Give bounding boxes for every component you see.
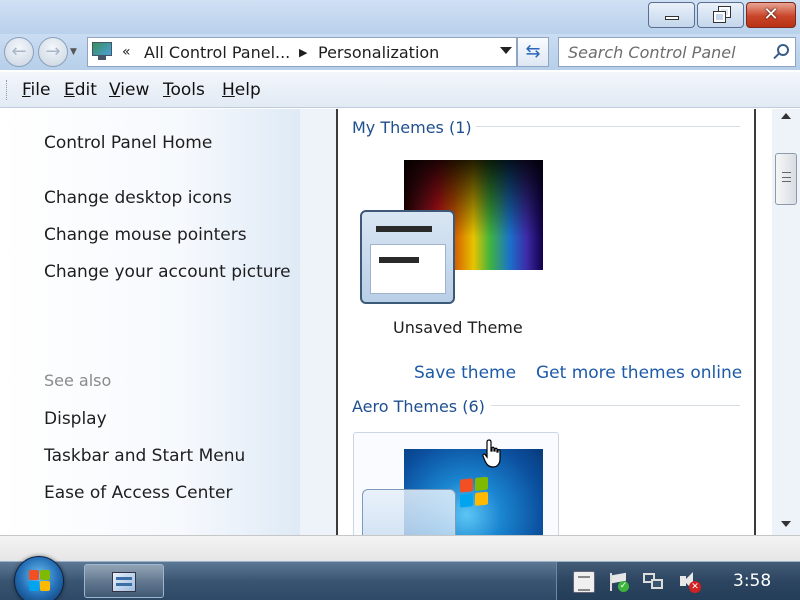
- windows-logo-icon: [460, 476, 490, 509]
- change-desktop-icons-link[interactable]: Change desktop icons: [44, 188, 232, 208]
- aero-themes-heading: Aero Themes (6): [352, 397, 485, 416]
- network-icon[interactable]: [643, 571, 665, 593]
- unsaved-theme-window-preview[interactable]: [360, 210, 455, 304]
- vertical-scrollbar[interactable]: [772, 109, 800, 535]
- close-button[interactable]: ✕: [746, 2, 796, 28]
- menu-tools[interactable]: Tools: [163, 80, 205, 100]
- minimize-icon: [665, 16, 679, 20]
- section-divider: [476, 126, 740, 127]
- menu-bar: File Edit View Tools Help: [0, 72, 800, 108]
- menu-help[interactable]: Help: [222, 80, 261, 100]
- notification-area: ✓ ✕ 3:58: [556, 562, 800, 600]
- start-button[interactable]: [14, 556, 64, 600]
- unsaved-theme-label: Unsaved Theme: [393, 318, 523, 337]
- control-panel-home-link[interactable]: Control Panel Home: [44, 133, 212, 153]
- volume-muted-icon[interactable]: ✕: [678, 571, 701, 593]
- breadcrumb-all-control-panel[interactable]: All Control Panel...: [144, 43, 290, 62]
- refresh-button[interactable]: ⇆: [517, 37, 549, 67]
- back-button[interactable]: ←: [4, 37, 34, 67]
- scroll-down-icon[interactable]: [781, 521, 791, 527]
- get-more-themes-link[interactable]: Get more themes online: [536, 363, 742, 383]
- taskbar-start-menu-link[interactable]: Taskbar and Start Menu: [44, 446, 245, 466]
- restore-icon: [713, 6, 731, 23]
- breadcrumb-overflow-chevron[interactable]: «: [122, 44, 131, 60]
- mute-badge-icon: ✕: [689, 581, 701, 593]
- see-also-heading: See also: [44, 371, 112, 390]
- title-bar: ✕: [0, 0, 800, 34]
- pane-gutter: [300, 109, 336, 535]
- navigation-bar: ← → ▼ « All Control Panel... ▶ Personali…: [0, 34, 800, 70]
- search-input[interactable]: [559, 38, 764, 66]
- change-account-picture-link[interactable]: Change your account picture: [44, 262, 291, 282]
- menu-view[interactable]: View: [109, 80, 149, 100]
- aero-window-preview: [362, 489, 456, 535]
- scroll-up-icon[interactable]: [781, 113, 791, 119]
- taskbar-control-panel-button[interactable]: [84, 564, 164, 598]
- address-bar[interactable]: « All Control Panel... ▶ Personalization: [87, 37, 517, 67]
- breadcrumb-separator-icon[interactable]: ▶: [299, 46, 307, 59]
- task-pane: Control Panel Home Change desktop icons …: [0, 109, 300, 535]
- themes-content: My Themes (1) Unsaved Theme Save theme G…: [336, 109, 756, 535]
- aero-theme-windows-7[interactable]: [353, 432, 559, 535]
- restore-button[interactable]: [697, 2, 744, 28]
- scrollbar-thumb[interactable]: [775, 153, 797, 205]
- menu-edit[interactable]: Edit: [64, 80, 97, 100]
- close-icon: ✕: [763, 4, 779, 25]
- ease-of-access-center-link[interactable]: Ease of Access Center: [44, 483, 233, 503]
- search-icon[interactable]: [772, 44, 790, 62]
- breadcrumb-personalization[interactable]: Personalization: [318, 43, 439, 62]
- control-panel-icon: [92, 42, 112, 60]
- status-bar: [0, 535, 800, 561]
- menu-grip: [6, 80, 9, 100]
- address-dropdown-icon[interactable]: [500, 47, 512, 54]
- change-mouse-pointers-link[interactable]: Change mouse pointers: [44, 225, 247, 245]
- section-divider: [491, 405, 740, 406]
- menu-file[interactable]: File: [22, 80, 50, 100]
- clock[interactable]: 3:58: [733, 571, 771, 591]
- taskbar: ✓ ✕ 3:58: [0, 556, 800, 600]
- flag-icon[interactable]: ✓: [608, 571, 630, 593]
- action-center-note-icon[interactable]: [573, 571, 595, 593]
- recent-pages-dropdown-icon[interactable]: ▼: [70, 47, 77, 57]
- minimize-button[interactable]: [648, 2, 695, 28]
- display-link[interactable]: Display: [44, 409, 107, 429]
- control-panel-window-icon: [112, 572, 136, 592]
- forward-button[interactable]: →: [38, 37, 68, 67]
- windows-flag-icon: [29, 570, 51, 592]
- save-theme-link[interactable]: Save theme: [414, 363, 516, 383]
- ok-badge-icon: ✓: [618, 581, 629, 592]
- my-themes-heading: My Themes (1): [352, 118, 472, 137]
- search-box[interactable]: [558, 37, 796, 67]
- hand-cursor-icon: [482, 439, 501, 468]
